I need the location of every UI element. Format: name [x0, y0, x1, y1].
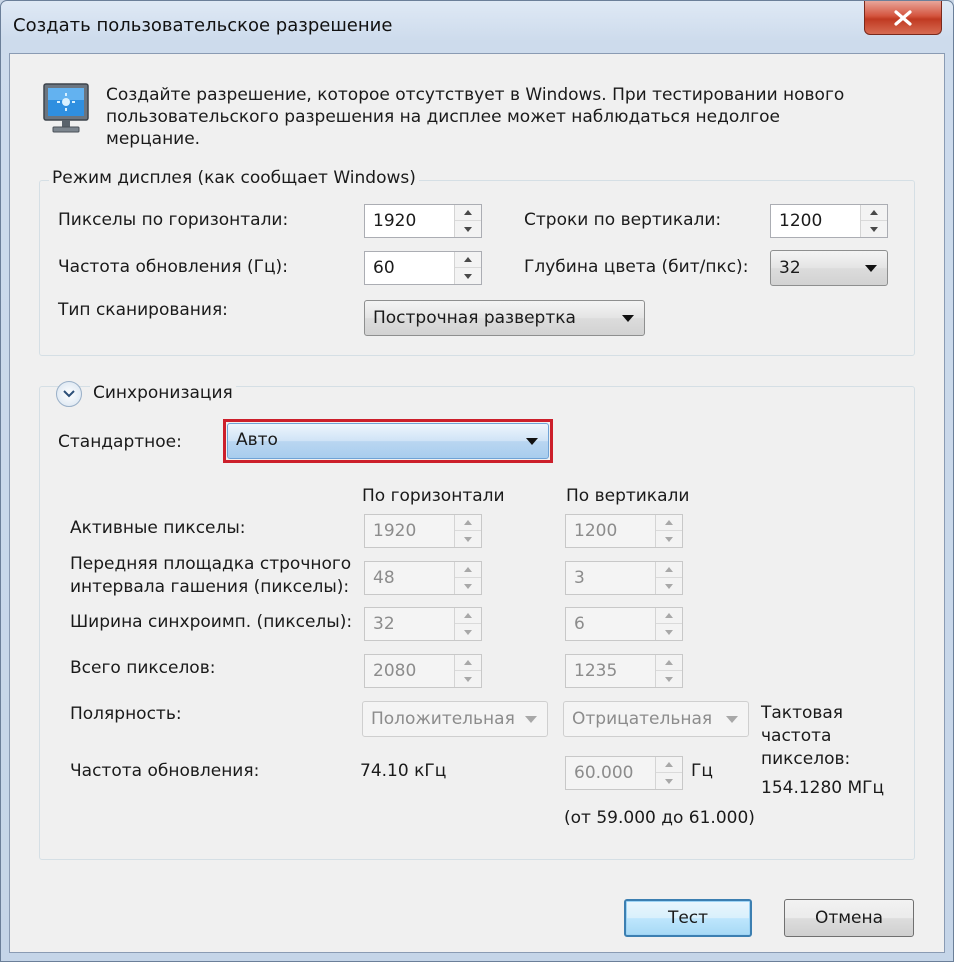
- sync-refresh-h-value: 74.10 кГц: [360, 761, 447, 781]
- front-porch-v-spinner: 3: [565, 561, 683, 595]
- v-lines-spinner[interactable]: 1200: [770, 204, 888, 238]
- pixel-clock-label-line3: пикселов:: [761, 749, 851, 769]
- polarity-v-value: Отрицательная: [572, 709, 713, 729]
- monitor-icon: [43, 83, 89, 133]
- active-pixels-v-spinner: 1200: [565, 514, 683, 548]
- refresh-rate-value: 60: [373, 258, 395, 278]
- standard-value: Авто: [236, 430, 278, 450]
- active-pixels-h-spinner: 1920: [364, 514, 482, 548]
- h-pixels-spinner[interactable]: 1920: [364, 204, 482, 238]
- active-pixels-v-value: 1200: [574, 521, 618, 541]
- active-pixels-h-value: 1920: [373, 521, 417, 541]
- display-mode-group-label: Режим дисплея (как сообщает Windows): [49, 168, 419, 188]
- spin-up-button[interactable]: [455, 252, 481, 268]
- chevron-down-icon: [726, 716, 738, 723]
- chevron-down-icon: [525, 716, 537, 723]
- close-button[interactable]: [864, 1, 942, 35]
- total-pixels-h-spinner: 2080: [364, 654, 482, 688]
- front-porch-label-line1: Передняя площадка строчного: [70, 554, 352, 574]
- test-button-label: Тест: [667, 908, 709, 928]
- sync-refresh-unit: Гц: [691, 761, 713, 781]
- close-icon: [894, 9, 912, 26]
- window-title: Создать пользовательское разрешение: [13, 15, 393, 36]
- sync-width-v-value: 6: [574, 614, 585, 634]
- chevron-down-icon: [526, 438, 538, 445]
- front-porch-h-value: 48: [373, 568, 395, 588]
- polarity-v-select: Отрицательная: [563, 701, 749, 737]
- sync-group-label: Синхронизация: [90, 383, 236, 403]
- column-vertical-header: По вертикали: [566, 486, 690, 506]
- sync-width-label: Ширина синхроимп. (пикселы):: [70, 612, 353, 632]
- active-pixels-label: Активные пикселы:: [70, 518, 246, 538]
- spin-up-button[interactable]: [455, 205, 481, 221]
- front-porch-v-value: 3: [574, 568, 585, 588]
- sync-width-v-spinner: 6: [565, 607, 683, 641]
- scan-type-value: Построчная развертка: [373, 308, 576, 328]
- polarity-h-value: Положительная: [371, 709, 515, 729]
- polarity-h-select: Положительная: [362, 701, 548, 737]
- h-pixels-label: Пикселы по горизонтали:: [58, 210, 289, 230]
- spin-down-button[interactable]: [455, 268, 481, 284]
- sync-refresh-label: Частота обновления:: [70, 761, 260, 781]
- sync-refresh-v-value: 60.000: [574, 763, 634, 783]
- chevron-down-icon: [63, 390, 75, 398]
- pixel-clock-value: 154.1280 МГц: [761, 778, 885, 798]
- cancel-button-label: Отмена: [814, 908, 884, 928]
- description-text: Создайте разрешение, которое отсутствует…: [106, 85, 845, 149]
- spin-up-button[interactable]: [861, 205, 887, 221]
- total-pixels-v-spinner: 1235: [565, 654, 683, 688]
- color-depth-value: 32: [779, 258, 801, 278]
- title-bar[interactable]: Создать пользовательское разрешение: [1, 1, 953, 53]
- sync-width-h-value: 32: [373, 614, 395, 634]
- chevron-down-icon: [622, 315, 634, 322]
- standard-select[interactable]: Авто: [227, 423, 549, 459]
- column-horizontal-header: По горизонтали: [362, 486, 505, 506]
- polarity-label: Полярность:: [70, 704, 182, 724]
- sync-expand-button[interactable]: [56, 381, 82, 407]
- color-depth-label: Глубина цвета (бит/пкс):: [524, 257, 749, 277]
- chevron-down-icon: [865, 265, 877, 272]
- standard-label: Стандартное:: [58, 432, 182, 452]
- sync-refresh-v-spinner: 60.000: [565, 756, 683, 790]
- pixel-clock-label-line1: Тактовая: [761, 703, 844, 723]
- scan-type-select[interactable]: Построчная развертка: [364, 300, 645, 336]
- spin-down-button[interactable]: [861, 221, 887, 237]
- spin-down-button[interactable]: [455, 221, 481, 237]
- v-lines-label: Строки по вертикали:: [524, 210, 722, 230]
- total-pixels-h-value: 2080: [373, 661, 417, 681]
- total-pixels-v-value: 1235: [574, 661, 618, 681]
- v-lines-value: 1200: [779, 211, 823, 231]
- dialog-body: Создайте разрешение, которое отсутствует…: [9, 53, 945, 953]
- refresh-rate-label: Частота обновления (Гц):: [58, 257, 288, 277]
- h-pixels-value: 1920: [373, 211, 417, 231]
- refresh-rate-spinner[interactable]: 60: [364, 251, 482, 285]
- sync-width-h-spinner: 32: [364, 607, 482, 641]
- total-pixels-label: Всего пикселов:: [70, 658, 216, 678]
- pixel-clock-label-line2: частота: [761, 726, 832, 746]
- test-button[interactable]: Тест: [624, 899, 752, 937]
- dialog-window: Создать пользовательское разрешение Созд…: [0, 0, 954, 962]
- cancel-button[interactable]: Отмена: [784, 899, 914, 937]
- front-porch-h-spinner: 48: [364, 561, 482, 595]
- sync-refresh-range: (от 59.000 до 61.000): [564, 808, 755, 828]
- scan-type-label: Тип сканирования:: [58, 300, 228, 320]
- color-depth-select[interactable]: 32: [770, 250, 888, 286]
- front-porch-label-line2: интервала гашения (пикселы):: [70, 577, 350, 597]
